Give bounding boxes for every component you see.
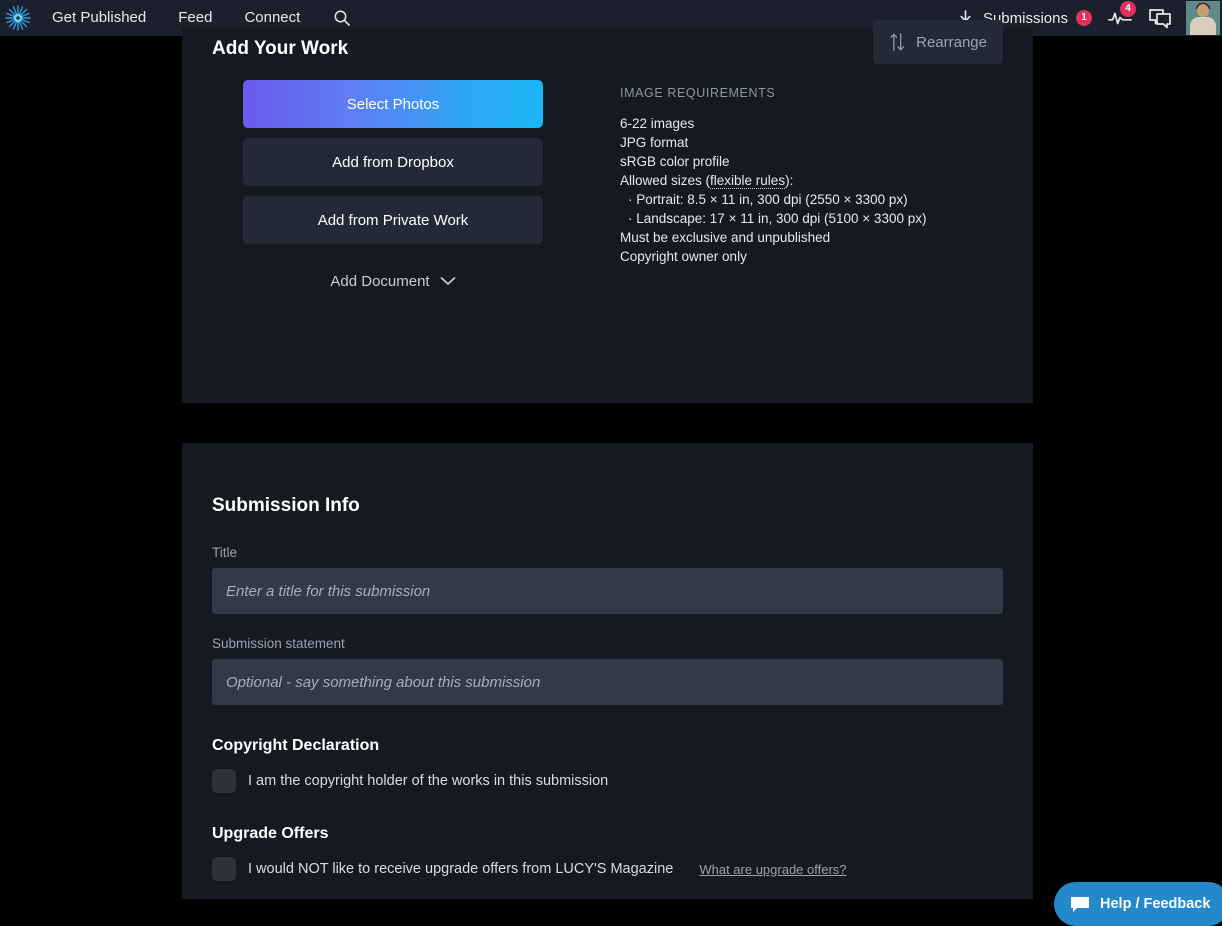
chevron-down-icon — [440, 276, 456, 286]
add-from-dropbox-button[interactable]: Add from Dropbox — [243, 138, 543, 186]
submission-info-body: Submission Info Title Submission stateme… — [212, 495, 1003, 881]
title-input[interactable] — [212, 568, 1003, 614]
requirement-line-allowed-sizes: Allowed sizes (flexible rules): — [620, 171, 926, 190]
add-work-body: Select Photos Add from Dropbox Add from … — [182, 80, 1033, 298]
copyright-checkbox[interactable] — [212, 769, 236, 793]
submission-info-panel: Submission Info Title Submission stateme… — [182, 443, 1033, 899]
copyright-checkbox-label: I am the copyright holder of the works i… — [248, 773, 608, 789]
avatar-body — [1190, 17, 1216, 35]
statement-field-label: Submission statement — [212, 636, 1003, 651]
requirement-line: 6-22 images — [620, 114, 926, 133]
add-from-private-work-button[interactable]: Add from Private Work — [243, 196, 543, 244]
spacer — [212, 793, 1003, 825]
requirement-line: · Landscape: 17 × 11 in, 300 dpi (5100 ×… — [620, 209, 926, 228]
requirement-line: Copyright owner only — [620, 247, 926, 266]
page-content: Add Your Work Rearrange Select Photos Ad… — [0, 36, 1222, 899]
statement-input[interactable] — [212, 659, 1003, 705]
nav-item-label: Feed — [178, 9, 212, 26]
chat-bubbles-icon — [1148, 8, 1172, 29]
rearrange-button[interactable]: Rearrange — [873, 20, 1003, 64]
flexible-rules-link[interactable]: flexible rules — [710, 173, 785, 189]
requirement-line: Must be exclusive and unpublished — [620, 228, 926, 247]
spacer — [212, 614, 1003, 636]
copyright-declaration-heading: Copyright Declaration — [212, 737, 1003, 755]
starburst-logo-icon — [5, 5, 31, 31]
title-field-label: Title — [212, 545, 1003, 560]
upgrade-checkbox[interactable] — [212, 857, 236, 881]
image-requirements: IMAGE REQUIREMENTS 6-22 images JPG forma… — [620, 80, 926, 298]
page-title: Add Your Work — [212, 38, 348, 60]
nav-item-label: Get Published — [52, 9, 146, 26]
chat-bubble-icon — [1070, 896, 1090, 913]
submission-info-title: Submission Info — [212, 495, 1003, 517]
add-work-header: Add Your Work Rearrange — [182, 28, 1033, 80]
upgrade-offers-heading: Upgrade Offers — [212, 825, 1003, 843]
upgrade-checkbox-row[interactable]: I would NOT like to receive upgrade offe… — [212, 857, 1003, 881]
requirement-line: JPG format — [620, 133, 926, 152]
nav-item-get-published[interactable]: Get Published — [36, 0, 162, 36]
search-icon — [333, 9, 351, 27]
add-document-dropdown[interactable]: Add Document — [243, 264, 543, 298]
rearrange-label: Rearrange — [916, 34, 987, 51]
messages-button[interactable] — [1140, 0, 1180, 36]
site-logo[interactable] — [0, 0, 36, 36]
requirement-line: · Portrait: 8.5 × 11 in, 300 dpi (2550 ×… — [620, 190, 926, 209]
select-photos-button[interactable]: Select Photos — [243, 80, 543, 128]
allowed-sizes-prefix: Allowed sizes ( — [620, 173, 710, 188]
copyright-checkbox-row[interactable]: I am the copyright holder of the works i… — [212, 769, 1003, 793]
help-feedback-button[interactable]: Help / Feedback — [1054, 882, 1222, 926]
activity-badge: 4 — [1120, 1, 1136, 17]
add-your-work-panel: Add Your Work Rearrange Select Photos Ad… — [182, 28, 1033, 403]
upload-buttons-column: Select Photos Add from Dropbox Add from … — [243, 80, 543, 298]
submissions-badge: 1 — [1076, 10, 1092, 26]
requirement-line: sRGB color profile — [620, 152, 926, 171]
avatar-head — [1197, 4, 1209, 17]
add-document-label: Add Document — [330, 273, 429, 290]
nav-item-label: Connect — [244, 9, 300, 26]
image-requirements-heading: IMAGE REQUIREMENTS — [620, 86, 926, 100]
activity-button[interactable]: 4 — [1100, 0, 1140, 36]
upgrade-checkbox-label: I would NOT like to receive upgrade offe… — [248, 861, 673, 877]
user-avatar[interactable] — [1186, 1, 1220, 35]
sort-up-down-icon — [889, 31, 906, 53]
help-feedback-label: Help / Feedback — [1100, 896, 1210, 912]
what-are-upgrade-offers-link[interactable]: What are upgrade offers? — [699, 862, 846, 877]
spacer — [212, 705, 1003, 737]
allowed-sizes-suffix: ): — [785, 173, 793, 188]
